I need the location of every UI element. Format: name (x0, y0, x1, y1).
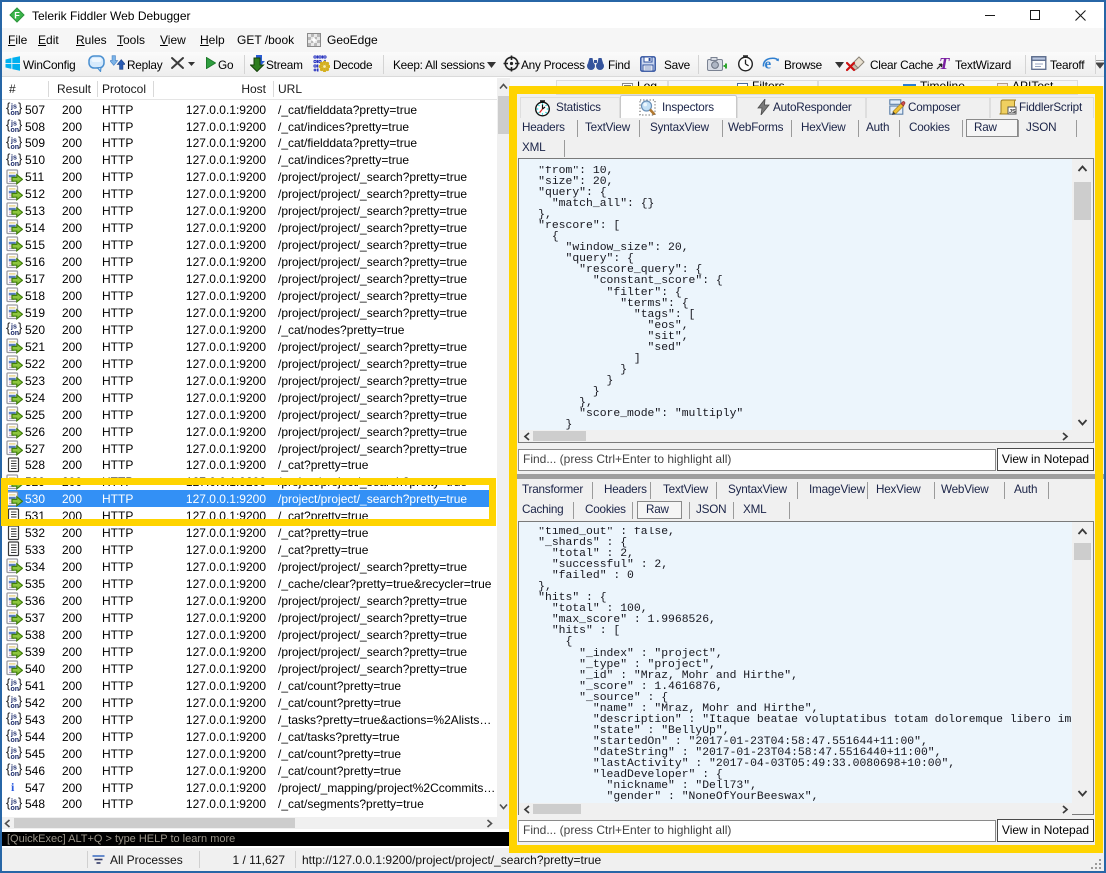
svg-text:on: on (11, 330, 20, 337)
svg-text:on: on (11, 754, 20, 761)
svg-text:T: T (939, 55, 950, 72)
svg-text:on: on (11, 703, 20, 710)
svg-text:F: F (14, 11, 20, 21)
svg-text:on: on (11, 771, 20, 778)
svg-text:on: on (11, 144, 20, 151)
svg-text:on: on (11, 805, 20, 812)
svg-text:on: on (11, 110, 20, 117)
svg-text:on: on (11, 127, 20, 134)
svg-text:on: on (11, 737, 20, 744)
svg-text:on: on (11, 720, 20, 727)
svg-text:i: i (11, 780, 15, 794)
svg-text:on: on (11, 686, 20, 693)
svg-text:on: on (11, 161, 20, 168)
